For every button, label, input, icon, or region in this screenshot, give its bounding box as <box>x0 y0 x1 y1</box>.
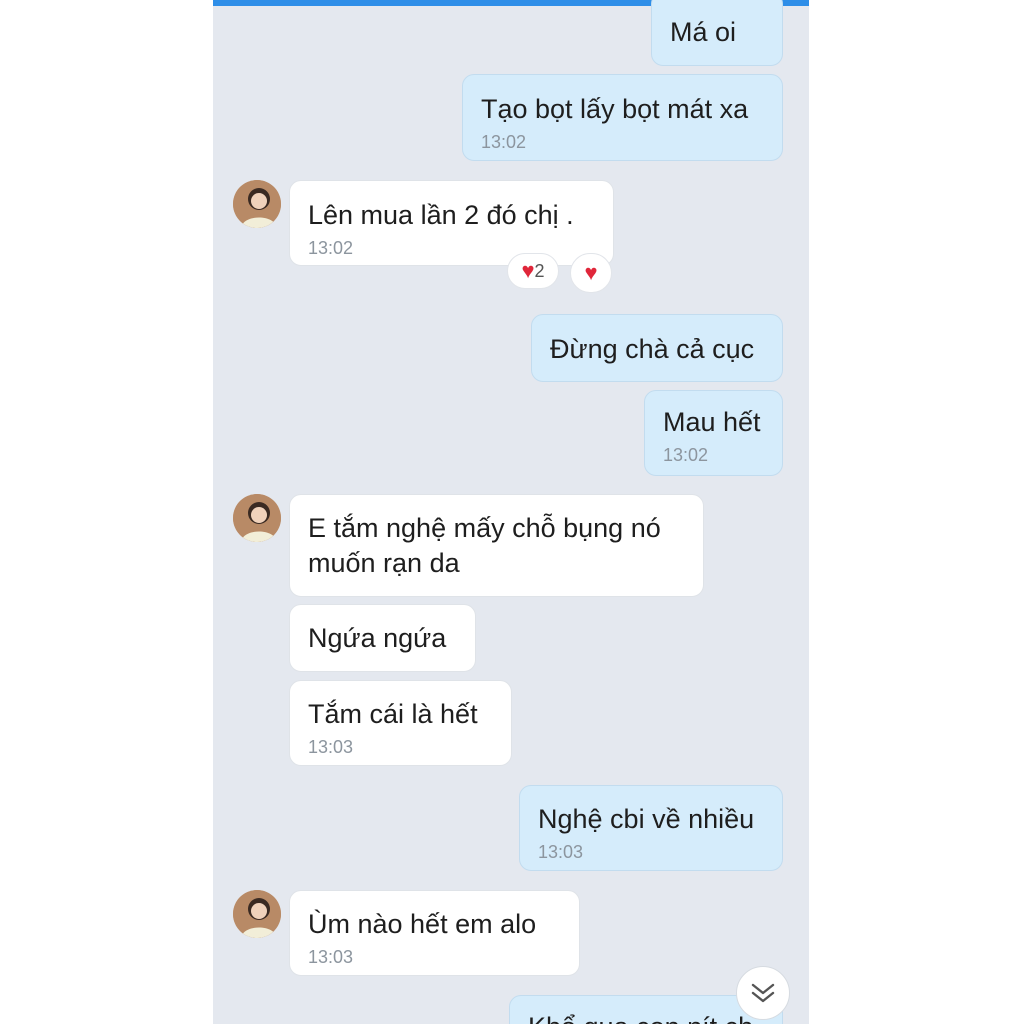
message-outgoing[interactable]: Nghệ cbi về nhiều 13:03 <box>519 785 783 871</box>
message-time: 13:02 <box>308 238 354 258</box>
contact-avatar[interactable] <box>233 180 281 228</box>
contact-avatar[interactable] <box>233 890 281 938</box>
message-incoming[interactable]: Tắm cái là hết 13:03 <box>289 680 512 766</box>
message-text: E tắm nghệ mấy chỗ bụng nó muốn rạn da <box>308 513 661 578</box>
contact-avatar[interactable] <box>233 494 281 542</box>
message-text: Má oi <box>670 17 737 47</box>
message-text: Ùm nào hết em alo <box>308 909 537 939</box>
message-time: 13:02 <box>481 132 527 152</box>
message-text: Đừng chà cả cục <box>550 334 755 364</box>
message-text: Lên mua lần 2 đó chị . <box>308 200 574 230</box>
message-incoming[interactable]: Ùm nào hết em alo 13:03 <box>289 890 580 976</box>
message-time: 13:03 <box>308 947 354 967</box>
heart-icon: ♥ <box>584 260 598 285</box>
message-incoming[interactable]: Lên mua lần 2 đó chị . 13:02 <box>289 180 614 266</box>
message-outgoing[interactable]: Tạo bọt lấy bọt mát xa 13:02 <box>462 74 783 161</box>
reaction-count: 2 <box>534 260 545 281</box>
chat-screen: Má oi Tạo bọt lấy bọt mát xa 13:02 Lên m… <box>213 0 809 1024</box>
scroll-to-bottom-button[interactable] <box>736 966 790 1020</box>
heart-icon: ♥ <box>521 258 535 283</box>
message-outgoing[interactable]: Đừng chà cả cục <box>531 314 783 382</box>
message-text: Khổ qua con nít ch <box>528 1010 764 1024</box>
message-text: Tạo bọt lấy bọt mát xa <box>481 94 749 124</box>
message-outgoing[interactable]: Má oi <box>651 0 783 66</box>
reaction-summary[interactable]: ♥ 2 <box>507 253 559 289</box>
message-text: Ngứa ngứa <box>308 623 447 653</box>
add-reaction-button[interactable]: ♥ <box>570 253 612 293</box>
double-chevron-down-icon <box>751 983 775 1003</box>
message-time: 13:03 <box>308 737 354 757</box>
message-time: 13:02 <box>663 445 709 465</box>
message-text: Mau hết <box>663 407 761 437</box>
message-text: Nghệ cbi về nhiều <box>538 804 755 834</box>
message-incoming[interactable]: Ngứa ngứa <box>289 604 476 672</box>
message-incoming[interactable]: E tắm nghệ mấy chỗ bụng nó muốn rạn da <box>289 494 704 597</box>
message-time: 13:03 <box>538 842 584 862</box>
message-text: Tắm cái là hết <box>308 699 478 729</box>
message-outgoing[interactable]: Mau hết 13:02 <box>644 390 783 476</box>
